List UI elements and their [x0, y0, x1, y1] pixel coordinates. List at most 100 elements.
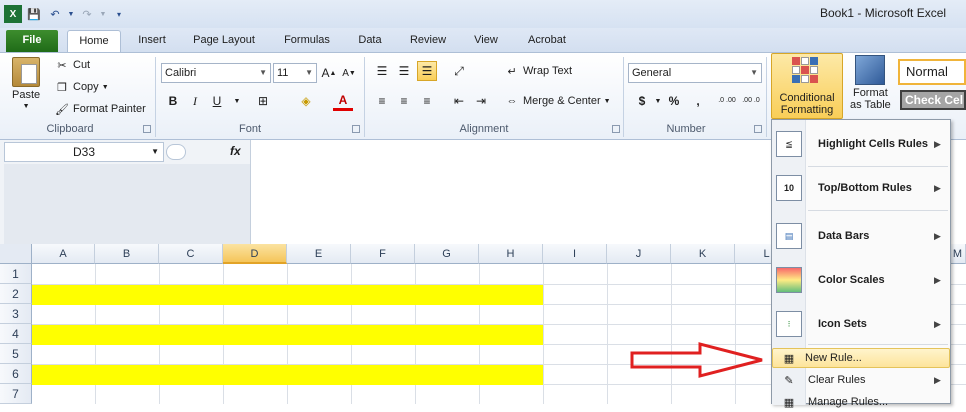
wrap-text-icon: ↵: [507, 65, 517, 78]
increase-indent-icon[interactable]: ⇥: [471, 91, 491, 111]
italic-button[interactable]: I: [185, 91, 205, 111]
column-header[interactable]: I: [543, 244, 607, 264]
cut-button[interactable]: ✂ Cut: [54, 57, 90, 73]
excel-icon: X: [4, 5, 22, 23]
column-header[interactable]: C: [159, 244, 223, 264]
tab-acrobat[interactable]: Acrobat: [522, 30, 572, 52]
submenu-arrow-icon: ▶: [934, 374, 941, 385]
name-box[interactable]: D33 ▼: [4, 142, 164, 162]
clipboard-launcher-icon[interactable]: [143, 125, 151, 133]
column-header[interactable]: G: [415, 244, 479, 264]
underline-dropdown-icon[interactable]: ▼: [227, 91, 247, 111]
undo-icon[interactable]: ↶: [46, 5, 64, 23]
decrease-decimal-button[interactable]: .00 .0: [740, 91, 762, 111]
tab-file[interactable]: File: [6, 30, 58, 52]
number-format-combo[interactable]: General ▼: [628, 63, 762, 83]
wrap-text-button[interactable]: ↵ Wrap Text: [504, 63, 572, 79]
scissors-icon: ✂: [57, 59, 67, 72]
conditional-formatting-button[interactable]: Conditional Formatting: [771, 53, 843, 119]
menu-item-color-scales[interactable]: Color Scales ▶: [772, 264, 950, 296]
shrink-font-icon[interactable]: A ▼: [339, 63, 359, 83]
bold-button[interactable]: B: [163, 91, 183, 111]
tab-page-layout[interactable]: Page Layout: [190, 30, 258, 52]
align-center-icon[interactable]: ≡: [394, 91, 414, 111]
orientation-icon[interactable]: ⤢: [449, 61, 469, 81]
save-icon[interactable]: 💾: [25, 5, 43, 23]
row-header[interactable]: 7: [0, 384, 32, 404]
menu-item-highlight-cells-rules[interactable]: ≦ Highlight Cells Rules ▶: [772, 128, 950, 160]
highlighted-row-2[interactable]: [32, 285, 543, 305]
underline-button[interactable]: U: [207, 91, 227, 111]
menu-item-new-rule[interactable]: ▦ New Rule...: [772, 348, 950, 368]
highlighted-row-6[interactable]: [32, 365, 543, 385]
grow-font-icon[interactable]: A ▲: [319, 63, 339, 83]
menu-item-top-bottom-rules[interactable]: 10 Top/Bottom Rules ▶: [772, 172, 950, 204]
row-header[interactable]: 3: [0, 304, 32, 324]
icon-sets-icon: ⁝: [776, 311, 802, 337]
column-header[interactable]: M: [950, 244, 966, 264]
column-header[interactable]: K: [671, 244, 735, 264]
tab-view[interactable]: View: [470, 30, 502, 52]
menu-item-clear-rules[interactable]: ✎ Clear Rules ▶: [772, 370, 950, 390]
tab-review[interactable]: Review: [406, 30, 450, 52]
font-size-combo[interactable]: 11 ▼: [273, 63, 317, 83]
redo-icon[interactable]: ↷: [78, 5, 96, 23]
formula-bar-resize-handle[interactable]: [166, 144, 186, 160]
customize-qat-icon[interactable]: ▾: [110, 5, 128, 23]
column-header[interactable]: A: [32, 244, 95, 264]
chevron-down-icon: ▼: [603, 97, 611, 105]
insert-function-icon[interactable]: fx: [230, 144, 241, 158]
align-top-icon[interactable]: ☰: [372, 61, 392, 81]
format-as-table-button[interactable]: Format as Table: [850, 55, 891, 111]
select-all-button[interactable]: [0, 244, 32, 264]
column-header[interactable]: F: [351, 244, 415, 264]
alignment-launcher-icon[interactable]: [612, 125, 620, 133]
increase-decimal-button[interactable]: .0 .00: [716, 91, 738, 111]
row-header[interactable]: 6: [0, 364, 32, 384]
column-header-selected[interactable]: D: [223, 244, 287, 264]
font-launcher-icon[interactable]: [352, 125, 360, 133]
undo-dropdown-icon[interactable]: ▼: [67, 5, 75, 23]
decrease-indent-icon[interactable]: ⇤: [449, 91, 469, 111]
merge-center-button[interactable]: ⇔ Merge & Center ▼: [504, 93, 611, 109]
align-middle-icon[interactable]: ☰: [394, 61, 414, 81]
copy-icon: ❐: [57, 81, 67, 94]
font-name-combo[interactable]: Calibri ▼: [161, 63, 271, 83]
number-launcher-icon[interactable]: [754, 125, 762, 133]
row-header[interactable]: 4: [0, 324, 32, 344]
conditional-formatting-icon: [792, 57, 818, 83]
align-left-icon[interactable]: ≡: [372, 91, 392, 111]
menu-item-data-bars[interactable]: ▤ Data Bars ▶: [772, 220, 950, 252]
submenu-arrow-icon: ▶: [934, 274, 941, 285]
group-label-font: Font: [238, 123, 261, 135]
align-bottom-icon[interactable]: ☰: [417, 61, 437, 81]
row-header[interactable]: 5: [0, 344, 32, 364]
comma-button[interactable]: ,: [688, 91, 708, 111]
row-header[interactable]: 2: [0, 284, 32, 304]
align-right-icon[interactable]: ≡: [417, 91, 437, 111]
font-color-button[interactable]: A: [333, 91, 353, 111]
style-check-cell[interactable]: Check Cel: [900, 90, 966, 110]
column-header[interactable]: E: [287, 244, 351, 264]
percent-button[interactable]: %: [664, 91, 684, 111]
menu-item-icon-sets[interactable]: ⁝ Icon Sets ▶: [772, 308, 950, 340]
fill-color-icon[interactable]: ◈: [296, 91, 316, 111]
row-header[interactable]: 1: [0, 264, 32, 284]
color-scales-icon: [776, 267, 802, 293]
style-normal[interactable]: Normal: [898, 59, 966, 85]
redo-dropdown-icon[interactable]: ▼: [99, 5, 107, 23]
tab-home[interactable]: Home: [67, 30, 121, 52]
highlighted-row-4[interactable]: [32, 325, 543, 345]
copy-button[interactable]: ❐ Copy ▼: [54, 79, 109, 95]
column-header[interactable]: B: [95, 244, 159, 264]
paste-button[interactable]: Paste ▼: [12, 57, 40, 110]
column-header[interactable]: H: [479, 244, 543, 264]
tab-formulas[interactable]: Formulas: [280, 30, 334, 52]
tab-data[interactable]: Data: [354, 30, 386, 52]
tab-insert[interactable]: Insert: [134, 30, 170, 52]
chevron-down-icon: ▼: [305, 68, 313, 77]
format-painter-button[interactable]: 🖌 Format Painter: [54, 101, 146, 117]
borders-icon[interactable]: ⊞: [253, 91, 273, 111]
column-header[interactable]: J: [607, 244, 671, 264]
menu-item-manage-rules[interactable]: ▦ Manage Rules...: [772, 392, 950, 412]
